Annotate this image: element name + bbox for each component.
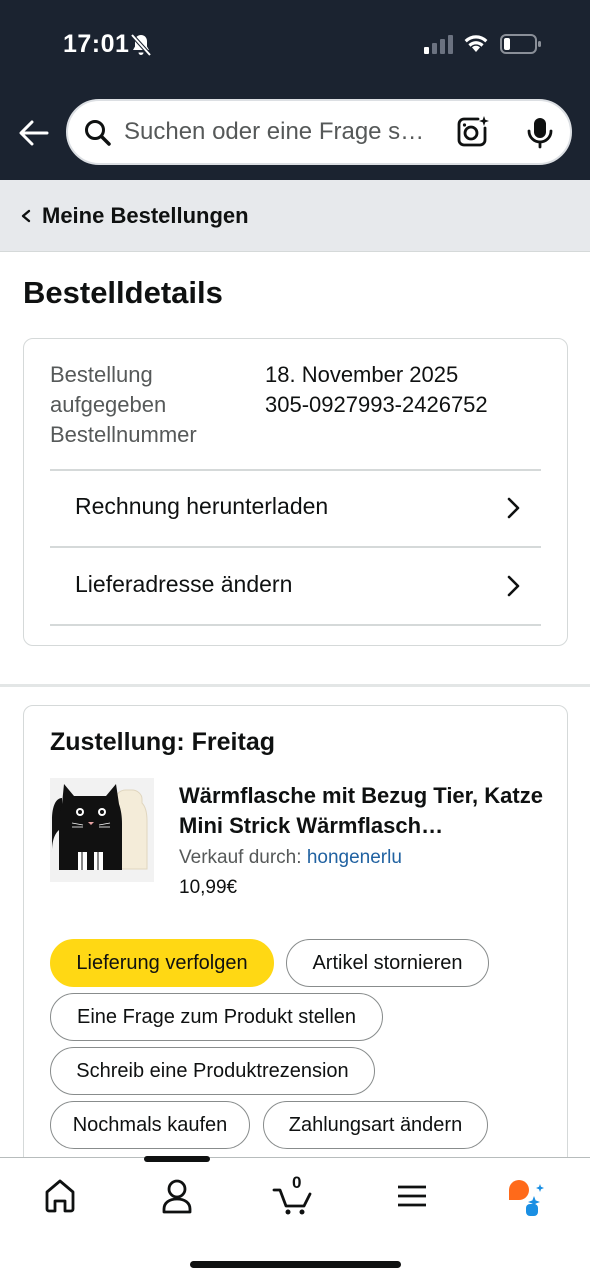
chevron-right-icon xyxy=(506,496,520,525)
product-price: 10,99€ xyxy=(179,877,238,898)
account-icon[interactable] xyxy=(147,1176,207,1216)
buy-again-button[interactable]: Nochmals kaufen xyxy=(50,1101,250,1149)
chevron-left-icon xyxy=(20,209,32,228)
download-invoice-row[interactable]: Rechnung herunterladen xyxy=(24,470,567,546)
back-arrow-icon[interactable] xyxy=(16,116,50,155)
section-separator xyxy=(0,684,590,687)
wifi-icon xyxy=(462,32,490,59)
active-tab-indicator xyxy=(144,1156,210,1162)
rufus-icon[interactable] xyxy=(497,1176,557,1216)
order-date-value: 18. November 2025 xyxy=(265,362,459,387)
cellular-signal-icon xyxy=(424,34,454,59)
camera-search-icon[interactable] xyxy=(456,115,490,154)
microphone-icon[interactable] xyxy=(526,117,554,154)
app-header: 17:01 xyxy=(0,0,590,180)
search-bar[interactable] xyxy=(66,99,572,165)
breadcrumb-label[interactable]: Meine Bestellungen xyxy=(42,203,249,229)
menu-icon[interactable] xyxy=(382,1176,442,1216)
ask-product-question-button[interactable]: Eine Frage zum Produkt stellen xyxy=(50,993,383,1041)
divider xyxy=(50,624,541,626)
order-placed-label-line1: Bestellung xyxy=(50,362,153,387)
order-summary-card: Bestellung aufgegeben Bestellnummer 18. … xyxy=(23,338,568,646)
shipment-card: Zustellung: Freitag Wärmflasche mit Bezu… xyxy=(23,705,568,1185)
breadcrumb[interactable]: Meine Bestellungen xyxy=(0,180,590,252)
status-time: 17:01 xyxy=(63,30,130,58)
search-input[interactable] xyxy=(124,101,444,163)
track-package-button[interactable]: Lieferung verfolgen xyxy=(50,939,274,987)
seller-info: Verkauf durch: hongenerlu xyxy=(179,847,402,869)
product-image[interactable] xyxy=(50,778,154,882)
download-invoice-label: Rechnung herunterladen xyxy=(75,493,329,519)
home-icon[interactable] xyxy=(30,1176,90,1216)
cancel-item-button[interactable]: Artikel stornieren xyxy=(286,939,489,987)
chevron-right-icon xyxy=(506,574,520,603)
order-placed-label-line2: aufgegeben xyxy=(50,392,167,417)
bell-muted-icon xyxy=(130,33,152,62)
change-address-row[interactable]: Lieferadresse ändern xyxy=(24,548,567,624)
change-address-label: Lieferadresse ändern xyxy=(75,571,293,597)
change-payment-button[interactable]: Zahlungsart ändern xyxy=(263,1101,488,1149)
page-title: Bestelldetails xyxy=(23,275,223,310)
battery-icon xyxy=(500,33,542,60)
cart-count-badge: 0 xyxy=(292,1173,302,1192)
delivery-heading: Zustellung: Freitag xyxy=(50,728,275,756)
product-title[interactable]: Wärmflasche mit Bezug Tier, Katze Mini S… xyxy=(179,781,544,841)
order-number-value: 305-0927993-2426752 xyxy=(265,392,488,417)
search-icon xyxy=(84,119,112,152)
write-review-button[interactable]: Schreib eine Produktrezension xyxy=(50,1047,375,1095)
seller-link[interactable]: hongenerlu xyxy=(307,847,402,868)
order-number-label: Bestellnummer xyxy=(50,422,197,447)
sold-by-label: Verkauf durch: xyxy=(179,847,302,868)
home-indicator xyxy=(190,1261,401,1268)
